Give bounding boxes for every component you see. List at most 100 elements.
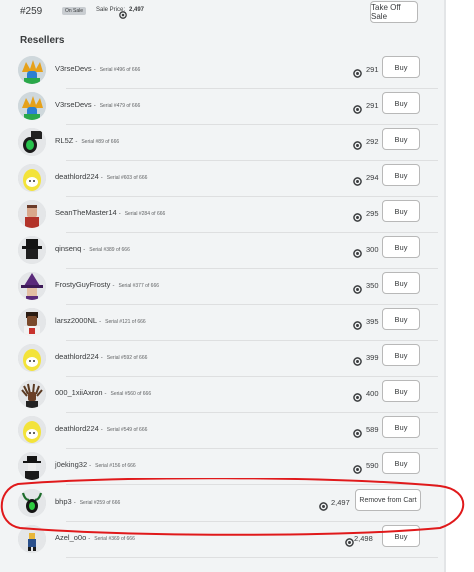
reseller-username-line: V3rseDevs - Serial #479 of 666 [55, 100, 140, 109]
robux-icon [353, 173, 362, 191]
separator: - [73, 500, 76, 506]
separator: - [93, 67, 96, 73]
reseller-username[interactable]: 000_1xiiAxron [55, 388, 103, 397]
reseller-price: 350 [366, 281, 379, 290]
robux-icon [353, 461, 362, 479]
reseller-row: deathlord224- Serial #592 of 666 399 Buy [14, 340, 442, 377]
buy-button[interactable]: Buy [382, 452, 420, 474]
reseller-price: 292 [366, 137, 379, 146]
separator: - [75, 139, 78, 145]
reseller-username-line: RL5Z - Serial #89 of 666 [55, 136, 119, 145]
reseller-username[interactable]: larsz2000NL [55, 316, 97, 325]
resellers-panel: #259 On Sale Sale Price: 2,497 Take Off … [0, 0, 444, 572]
robux-icon [319, 498, 328, 516]
reseller-username[interactable]: bhp3 [55, 497, 72, 506]
sale-price-value: 2,497 [129, 7, 145, 13]
buy-button[interactable]: Buy [382, 380, 420, 402]
robux-icon [119, 6, 127, 24]
avatar[interactable] [18, 92, 46, 120]
reseller-row: deathlord224- Serial #603 of 666 294 Buy [14, 160, 442, 197]
reseller-username[interactable]: FrostyGuyFrosty [55, 280, 110, 289]
reseller-price: 291 [366, 65, 379, 74]
reseller-row: RL5Z - Serial #89 of 666 292 Buy [14, 124, 442, 161]
buy-button[interactable]: Buy [382, 236, 420, 258]
reseller-price: 2,497 [331, 498, 350, 507]
buy-button[interactable]: Buy [382, 128, 420, 150]
avatar[interactable] [18, 236, 46, 264]
reseller-serial: Serial #369 of 666 [94, 536, 135, 542]
avatar[interactable] [18, 128, 46, 156]
reseller-username[interactable]: deathlord224 [55, 352, 99, 361]
robux-icon [353, 101, 362, 119]
separator: - [104, 391, 107, 397]
avatar[interactable] [18, 525, 46, 553]
reseller-username-line: deathlord224- Serial #549 of 666 [55, 424, 147, 433]
buy-button[interactable]: Buy [382, 56, 420, 78]
reseller-serial: Serial #479 of 666 [99, 103, 141, 109]
on-sale-badge: On Sale [62, 7, 87, 15]
reseller-username[interactable]: qinsenq [55, 244, 81, 253]
avatar[interactable] [18, 489, 46, 517]
avatar[interactable] [18, 416, 46, 444]
reseller-serial: Serial #284 of 666 [124, 211, 166, 217]
separator: - [100, 175, 103, 181]
robux-icon [353, 281, 362, 299]
reseller-row: bhp3- Serial #259 of 666 2,497 Remove from … [14, 485, 442, 522]
buy-button[interactable]: Buy [382, 164, 420, 186]
reseller-serial: Serial #89 of 666 [81, 139, 120, 145]
avatar[interactable] [18, 380, 46, 408]
reseller-username[interactable]: V3rseDevs [55, 64, 92, 73]
reseller-serial: Serial #592 of 666 [106, 355, 148, 361]
reseller-row: j0eking32- Serial #156 of 666 590 Buy [14, 448, 442, 485]
robux-icon [353, 65, 362, 83]
robux-icon [353, 425, 362, 443]
avatar[interactable] [18, 272, 46, 300]
reseller-row: 000_1xiiAxron - Serial #560 of 666 400 Buy [14, 376, 442, 413]
reseller-price: 291 [366, 101, 379, 110]
buy-button[interactable]: Buy [382, 308, 420, 330]
take-off-sale-button[interactable]: Take Off Sale [370, 1, 418, 23]
robux-icon [345, 534, 354, 552]
reseller-username[interactable]: deathlord224 [55, 424, 99, 433]
avatar[interactable] [18, 56, 46, 84]
reseller-price: 399 [366, 353, 379, 362]
avatar[interactable] [18, 308, 46, 336]
reseller-username[interactable]: SeanTheMaster14 [55, 208, 117, 217]
scrollbar[interactable] [444, 0, 446, 572]
buy-button[interactable]: Buy [382, 200, 420, 222]
resellers-heading: Resellers [20, 35, 65, 46]
reseller-username[interactable]: Azel_o0o [55, 533, 86, 542]
robux-icon [353, 353, 362, 371]
separator: - [100, 427, 103, 433]
avatar[interactable] [18, 200, 46, 228]
reseller-username-line: qinsenq - Serial #389 of 666 [55, 244, 130, 253]
reseller-username-line: larsz2000NL - Serial #121 of 666 [55, 316, 146, 325]
reseller-row: qinsenq - Serial #389 of 666 300 Buy [14, 232, 442, 269]
avatar[interactable] [18, 164, 46, 192]
avatar[interactable] [18, 344, 46, 372]
reseller-row: V3rseDevs - Serial #496 of 666 291 Buy [14, 52, 442, 89]
avatar[interactable] [18, 452, 46, 480]
separator: - [83, 247, 86, 253]
buy-button[interactable]: Buy [382, 416, 420, 438]
separator: - [118, 211, 121, 217]
separator: - [89, 463, 92, 469]
reseller-price: 590 [366, 461, 379, 470]
reseller-username[interactable]: V3rseDevs [55, 100, 92, 109]
reseller-username[interactable]: deathlord224 [55, 172, 99, 181]
reseller-username[interactable]: j0eking32 [55, 460, 87, 469]
robux-icon [353, 137, 362, 155]
row-divider [66, 557, 438, 558]
reseller-serial: Serial #121 of 666 [105, 319, 146, 325]
buy-button[interactable]: Buy [382, 525, 420, 547]
remove-from-cart-button[interactable]: Remove from Cart [355, 489, 421, 511]
robux-icon [353, 389, 362, 407]
reseller-username[interactable]: RL5Z [55, 136, 73, 145]
buy-button[interactable]: Buy [382, 272, 420, 294]
reseller-row: Azel_o0o - Serial #369 of 666 2,498 Buy [14, 521, 442, 558]
buy-button[interactable]: Buy [382, 344, 420, 366]
buy-button[interactable]: Buy [382, 92, 420, 114]
reseller-price: 589 [366, 425, 379, 434]
reseller-row: SeanTheMaster14- Serial #284 of 666 295 Buy [14, 196, 442, 233]
separator: - [112, 283, 115, 289]
